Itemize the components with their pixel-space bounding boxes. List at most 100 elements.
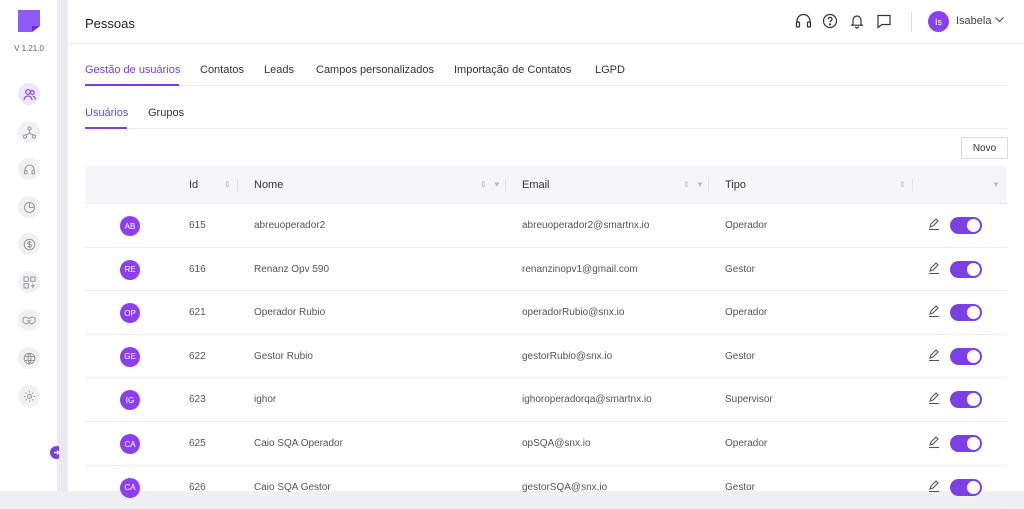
table-row[interactable]: CA 626 Caio SQA Gestor gestorSQA@snx.io Gest… [85,466,1007,509]
table-row[interactable]: OP 621 Operador Rubio operadorRubio@snx.io O… [85,291,1007,335]
user-avatar: CA [120,434,140,454]
filter-icon[interactable]: ▼ [493,180,501,189]
column-header-id[interactable]: Id [189,179,198,191]
notifications-button[interactable] [848,12,866,30]
edit-icon[interactable] [927,479,941,493]
user-avatar: CA [120,477,140,498]
user-avatar: GE [120,346,140,367]
active-toggle[interactable] [950,478,982,496]
sidebar-item-settings[interactable] [18,385,40,407]
main-content: Pessoas Is Isabela Gestão de usuários Co… [68,0,1024,509]
edit-icon[interactable] [927,391,941,405]
cell-id: 616 [189,263,206,275]
cell-name: ighor [254,394,277,406]
active-toggle[interactable] [950,435,982,452]
edit-icon[interactable] [927,435,941,449]
active-toggle[interactable] [950,217,982,234]
cell-name: abreuoperador2 [254,220,326,231]
chat-icon [877,14,891,29]
edit-icon[interactable] [927,348,941,362]
active-subtab-indicator [85,127,127,129]
sort-icon[interactable]: ⇕ [899,180,906,189]
new-user-button[interactable]: Novo [961,137,1008,159]
tab-custom-fields[interactable]: Campos personalizados [316,64,434,76]
tab-users[interactable]: Usuários [85,107,128,119]
cell-id: 615 [189,220,206,231]
toggle-knob [967,349,980,363]
table-row[interactable]: IG 623 ighor ighoroperadorqa@smartnx.io Supe… [85,378,1007,422]
edit-icon[interactable] [927,217,941,231]
sidebar-item-apps[interactable] [18,271,40,293]
cell-id: 623 [189,394,206,406]
sort-icon[interactable]: ⇕ [683,180,690,189]
edit-icon[interactable] [927,261,941,275]
cell-id: 621 [189,307,206,319]
cell-type: Operador [725,307,768,319]
column-divider [505,178,506,192]
secondary-tabs: Usuários Grupos [85,100,1007,129]
table-row[interactable]: GE 622 Gestor Rubio gestorRubio@snx.io Gesto… [85,335,1007,379]
active-toggle[interactable] [950,347,982,365]
filter-icon[interactable]: ▼ [696,180,704,189]
cell-name: Operador Rubio [254,307,326,319]
column-divider [237,178,238,192]
user-avatar: AB [120,216,140,236]
tab-contact-import[interactable]: Importação de Contatos [454,64,571,76]
sidebar-item-integrations[interactable] [18,347,40,369]
help-button[interactable] [821,12,839,30]
messages-button[interactable] [875,12,893,30]
cell-email: ighoroperadorqa@smartnx.io [522,394,652,406]
cell-email: abreuoperador2@smartnx.io [522,220,650,231]
question-icon [822,13,838,29]
cell-email: gestorRubio@snx.io [522,350,613,362]
tab-groups[interactable]: Grupos [148,107,184,119]
column-header-email[interactable]: Email [522,179,550,191]
sort-icon[interactable]: ⇕ [480,180,487,189]
top-header: Pessoas Is Isabela [68,0,1024,44]
apps-grid-icon [23,276,35,288]
sidebar-item-reports[interactable] [18,196,40,218]
toggle-knob [967,480,980,494]
cell-type: Supervisor [725,394,773,406]
gear-icon [23,390,35,402]
table-row[interactable]: RE 616 Renanz Opv 590 renanzinopv1@gmail.co… [85,248,1007,292]
pie-chart-icon [23,201,35,213]
user-avatar[interactable]: Is [928,11,949,32]
filter-icon[interactable]: ▼ [992,180,1000,189]
table-row[interactable]: CA 625 Caio SQA Operador opSQA@snx.io Operad… [85,422,1007,466]
sidebar-divider [59,0,67,491]
app-logo [18,10,40,32]
sidebar-item-financial[interactable] [18,233,40,255]
table-row[interactable]: AB 615 abreuoperador2 abreuoperador2@smartn… [85,204,1007,248]
tab-leads[interactable]: Leads [264,64,294,76]
cell-id: 625 [189,438,206,449]
sidebar-item-users[interactable] [18,83,40,105]
active-toggle[interactable] [950,304,982,322]
version-label: V 1.21.0 [14,44,44,53]
sidebar-item-attendance[interactable] [18,158,40,180]
sidebar-item-hierarchy[interactable] [18,121,40,143]
column-header-name[interactable]: Nome [254,179,283,191]
user-name[interactable]: Isabela [956,15,991,27]
tab-user-management[interactable]: Gestão de usuários [85,64,180,76]
headset-icon [795,13,811,28]
chevron-down-icon[interactable] [994,14,1005,25]
column-divider [912,178,913,192]
support-button[interactable] [794,12,812,30]
active-toggle[interactable] [950,260,982,278]
edit-icon[interactable] [927,304,941,318]
sort-icon[interactable]: ⇕ [224,180,231,189]
cell-type: Operador [725,438,768,449]
users-icon [22,88,36,100]
cell-email: operadorRubio@snx.io [522,307,625,319]
toggle-knob [967,219,980,232]
cell-type: Gestor [725,263,756,275]
active-toggle[interactable] [950,391,982,409]
tab-lgpd[interactable]: LGPD [595,64,625,76]
cell-id: 622 [189,350,206,362]
tab-contacts[interactable]: Contatos [200,64,244,76]
sidebar-item-partners[interactable] [18,309,40,331]
column-header-type[interactable]: Tipo [725,179,746,191]
headset-icon [23,163,35,175]
toggle-knob [967,262,980,276]
